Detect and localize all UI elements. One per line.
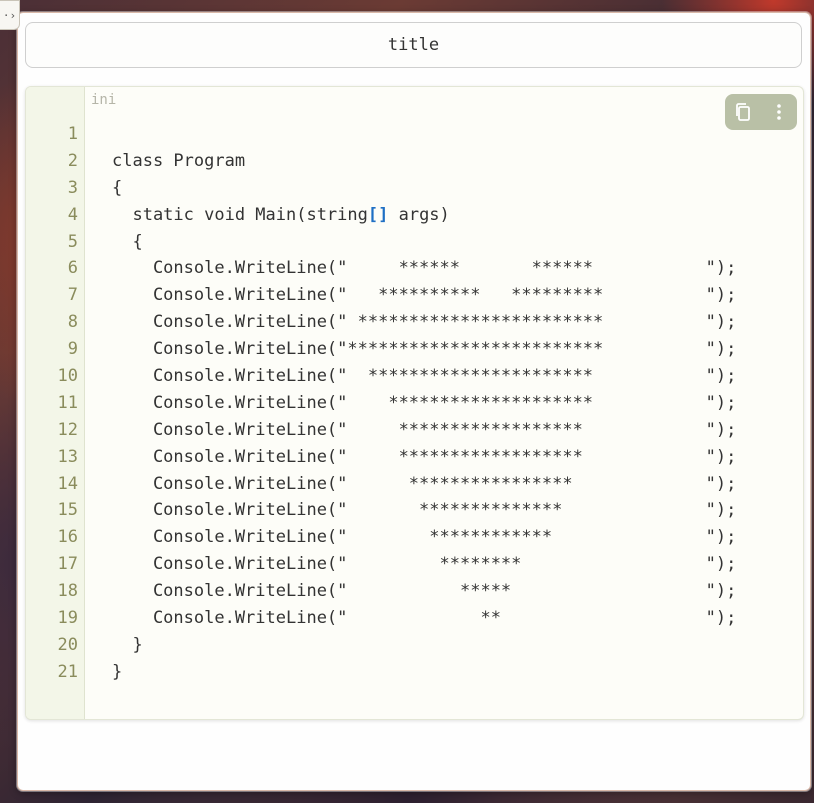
- code-segment: {: [112, 177, 123, 198]
- code-line[interactable]: 11 Console.WriteLine(" *****************…: [26, 390, 803, 417]
- code-segment: Console.WriteLine(" ********************…: [112, 366, 737, 387]
- code-text: Console.WriteLine(" ************ ");: [112, 524, 736, 551]
- more-vertical-icon: [775, 102, 783, 122]
- code-text: Console.WriteLine("*********************…: [112, 336, 736, 363]
- code-line[interactable]: 12 Console.WriteLine(" *****************…: [26, 417, 803, 444]
- code-text: Console.WriteLine(" ********************…: [112, 309, 736, 336]
- code-block[interactable]: ini 1 2 class Program 3 {4 static void …: [25, 86, 804, 720]
- code-line[interactable]: 18 Console.WriteLine(" ***** ");: [26, 578, 803, 605]
- line-number: 9: [67, 339, 78, 360]
- code-line[interactable]: 14 Console.WriteLine(" **************** …: [26, 471, 803, 498]
- code-line[interactable]: 15 Console.WriteLine(" ************** ")…: [26, 497, 803, 524]
- sidebar-toggle-glyph: ·›: [2, 8, 17, 22]
- line-number: 8: [67, 312, 78, 333]
- line-number: 21: [57, 661, 78, 682]
- code-line[interactable]: 21}: [26, 659, 803, 686]
- line-number: 13: [57, 446, 78, 467]
- title-field[interactable]: title: [25, 22, 802, 68]
- code-segment: class Program: [112, 150, 246, 171]
- line-number: 17: [57, 554, 78, 575]
- code-text: static void Main(string[] args): [112, 202, 450, 229]
- code-text: Console.WriteLine(" ****************** "…: [112, 417, 736, 444]
- code-line[interactable]: 4 static void Main(string[] args): [26, 202, 803, 229]
- code-text: {: [112, 175, 122, 202]
- line-number: 10: [57, 366, 78, 387]
- code-text: class Program: [112, 148, 245, 175]
- line-number: 1: [67, 124, 78, 144]
- line-number: 12: [57, 419, 78, 440]
- line-number: 18: [57, 581, 78, 602]
- code-line[interactable]: 1: [26, 121, 803, 148]
- code-segment: Console.WriteLine(" ********************…: [112, 312, 737, 333]
- empty-editor-area[interactable]: [18, 733, 810, 788]
- code-text: Console.WriteLine(" ****************** "…: [112, 444, 736, 471]
- code-segment: static void Main(string: [112, 204, 368, 225]
- code-language-label[interactable]: ini: [91, 92, 116, 108]
- code-segment: Console.WriteLine(" ****** ****** ");: [112, 258, 737, 279]
- line-number: 2: [67, 150, 78, 171]
- code-text: Console.WriteLine(" ****** ****** ");: [112, 255, 736, 282]
- line-number: 6: [67, 258, 78, 279]
- line-number: 3: [67, 177, 78, 198]
- code-text: Console.WriteLine(" ******** ");: [112, 551, 736, 578]
- code-segment: Console.WriteLine(" ************** ");: [112, 500, 737, 521]
- code-bracket: []: [367, 204, 389, 225]
- code-line[interactable]: 2 class Program: [26, 148, 803, 175]
- code-segment: Console.WriteLine(" ****************** "…: [112, 446, 737, 467]
- code-segment: }: [112, 661, 123, 682]
- line-number: 15: [57, 500, 78, 521]
- code-line[interactable]: 20 }: [26, 632, 803, 659]
- code-line[interactable]: 9 Console.WriteLine("*******************…: [26, 336, 803, 363]
- code-text: {: [112, 229, 143, 256]
- code-segment: Console.WriteLine(" ** ");: [112, 608, 737, 629]
- code-text: Console.WriteLine(" ************** ");: [112, 497, 736, 524]
- code-text: Console.WriteLine(" ********************…: [112, 390, 736, 417]
- code-line[interactable]: 19 Console.WriteLine(" ** ");: [26, 605, 803, 632]
- code-segment: Console.WriteLine(" ********** *********…: [112, 285, 737, 306]
- code-text: Console.WriteLine(" ********************…: [112, 363, 736, 390]
- code-line[interactable]: 8 Console.WriteLine(" ******************…: [26, 309, 803, 336]
- code-segment: Console.WriteLine(" ********************…: [112, 392, 737, 413]
- code-line[interactable]: 17 Console.WriteLine(" ******** ");: [26, 551, 803, 578]
- line-number: 11: [57, 392, 78, 413]
- code-line[interactable]: 7 Console.WriteLine(" ********** *******…: [26, 282, 803, 309]
- line-number: 16: [57, 527, 78, 548]
- code-segment: }: [112, 634, 143, 655]
- code-segment: Console.WriteLine(" ************ ");: [112, 527, 737, 548]
- line-number: 4: [67, 204, 78, 225]
- code-segment: Console.WriteLine(" ***** ");: [112, 581, 737, 602]
- code-segment: Console.WriteLine(" ****************** "…: [112, 419, 737, 440]
- code-line[interactable]: 3{: [26, 175, 803, 202]
- code-line[interactable]: 5 {: [26, 229, 803, 256]
- line-number: 14: [57, 473, 78, 494]
- line-number: 5: [67, 231, 78, 252]
- sidebar-toggle-tab[interactable]: ·›: [0, 0, 20, 30]
- code-text: Console.WriteLine(" **************** ");: [112, 471, 736, 498]
- code-lines[interactable]: 1 2 class Program 3{4 static void Main(stri…: [26, 121, 803, 686]
- copy-icon: [732, 101, 754, 123]
- line-number: 20: [57, 634, 78, 655]
- note-window: title ini 1 2 class Program 3 {4 static…: [17, 12, 811, 791]
- code-segment: Console.WriteLine("*********************…: [112, 339, 737, 360]
- title-text: title: [387, 35, 440, 55]
- code-text: Console.WriteLine(" ********** *********…: [112, 282, 736, 309]
- line-number: 19: [57, 608, 78, 629]
- line-number: 7: [67, 285, 78, 306]
- code-text: Console.WriteLine(" ***** ");: [112, 578, 736, 605]
- code-segment: Console.WriteLine(" ******** ");: [112, 554, 737, 575]
- code-line[interactable]: 10 Console.WriteLine(" *****************…: [26, 363, 803, 390]
- code-text: }: [112, 632, 143, 659]
- code-line[interactable]: 16 Console.WriteLine(" ************ ");: [26, 524, 803, 551]
- code-line[interactable]: 13 Console.WriteLine(" *****************…: [26, 444, 803, 471]
- code-text: }: [112, 659, 122, 686]
- code-line[interactable]: 6 Console.WriteLine(" ****** ****** ");: [26, 255, 803, 282]
- code-segment: args): [388, 204, 450, 225]
- code-text: Console.WriteLine(" ** ");: [112, 605, 736, 632]
- code-segment: Console.WriteLine(" **************** ");: [112, 473, 737, 494]
- code-segment: {: [112, 231, 143, 252]
